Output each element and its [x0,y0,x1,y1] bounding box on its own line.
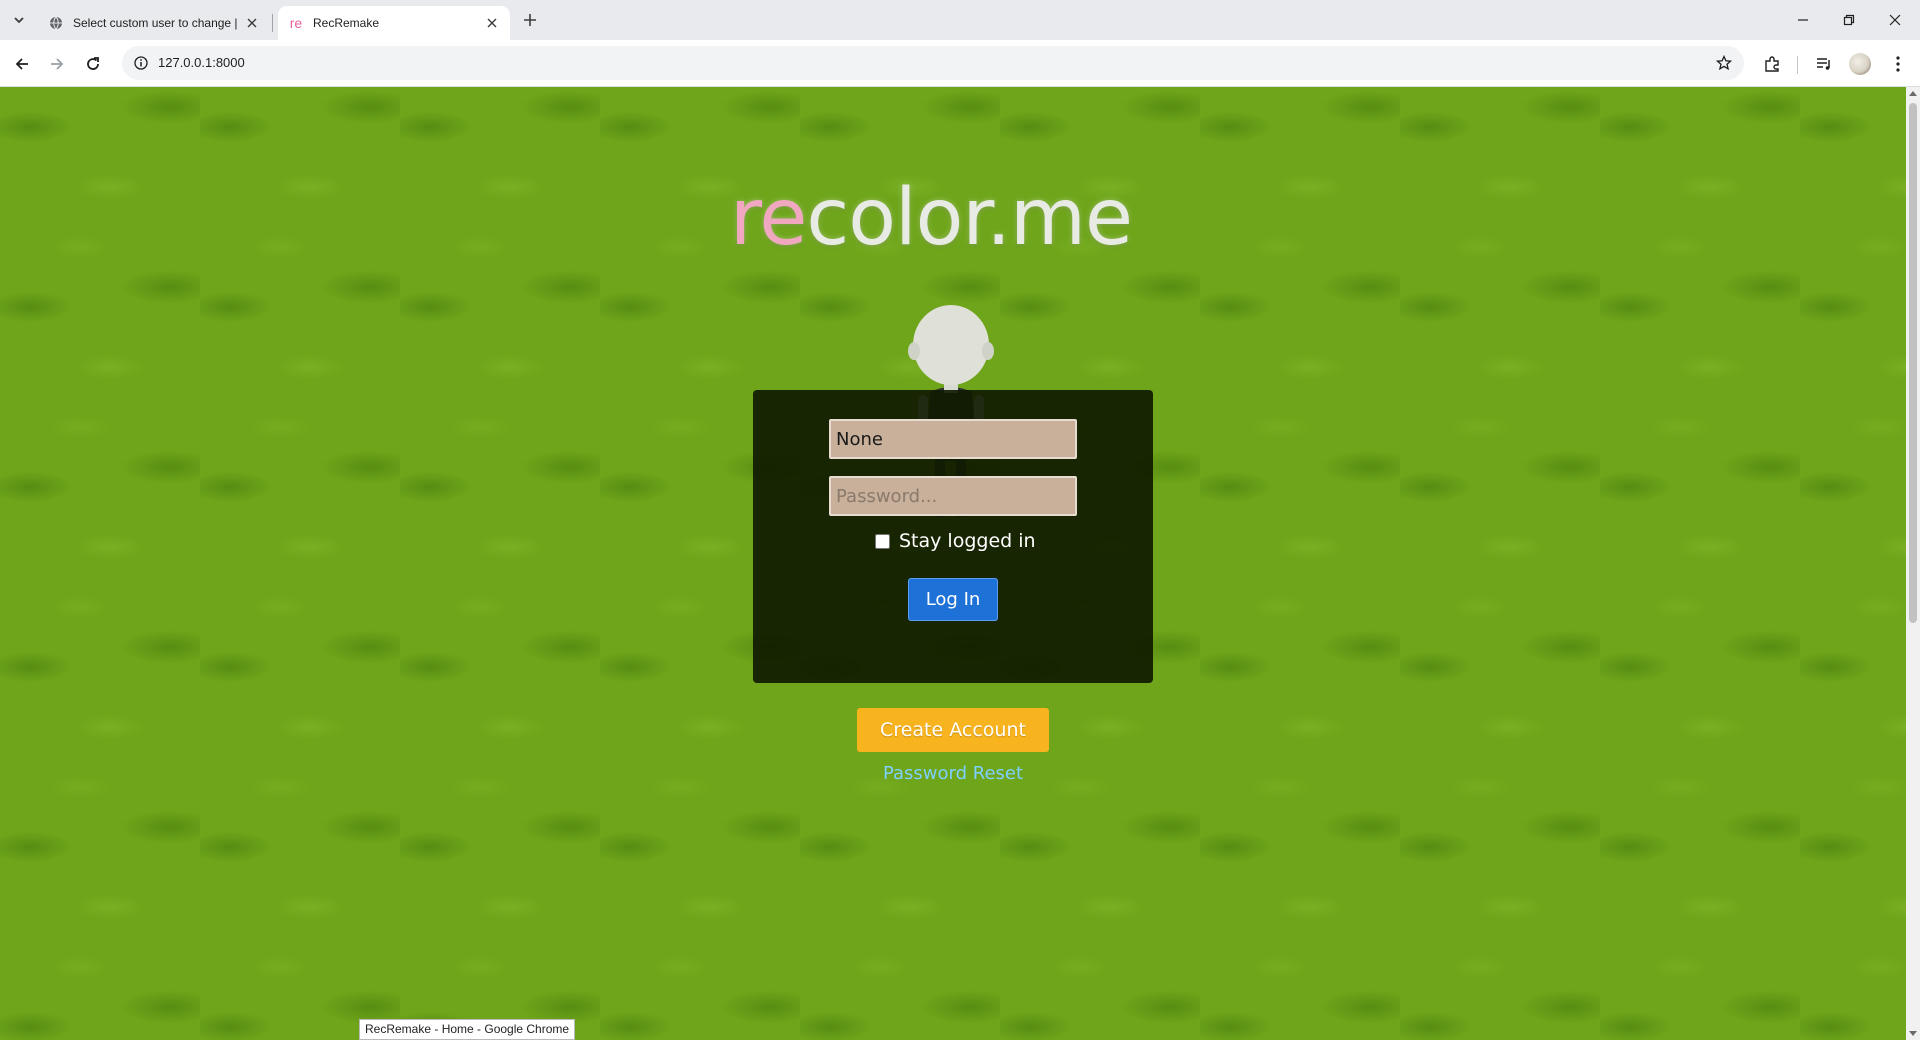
scrollbar-thumb[interactable] [1909,103,1917,623]
tab-strip: Select custom user to change | re RecRem… [0,0,1920,40]
logo-text: color.me [806,173,1133,263]
stay-logged-in-checkbox[interactable] [875,533,890,549]
plus-icon [524,14,536,26]
login-button[interactable]: Log In [908,578,998,621]
extensions-icon[interactable] [1760,52,1784,76]
page-viewport: recolor.me Stay logged in Log In Create … [0,87,1906,1040]
browser-toolbar: 127.0.0.1:8000 [0,40,1920,87]
chevron-down-icon [14,17,24,24]
minimize-icon [1798,19,1808,21]
stay-logged-in-label: Stay logged in [899,530,1036,552]
restore-button[interactable] [1826,0,1872,40]
profile-avatar[interactable] [1849,53,1871,75]
restore-icon [1843,14,1855,26]
tab-separator [272,14,273,32]
close-icon[interactable] [242,13,262,33]
new-tab-button[interactable] [518,8,542,32]
tab-title: Select custom user to change | [73,16,238,30]
scroll-down-icon[interactable] [1909,1031,1917,1036]
arrow-left-icon [15,58,28,70]
globe-icon [48,15,64,31]
bookmark-star-icon[interactable] [1714,53,1734,73]
reload-button[interactable] [79,50,107,78]
url-text: 127.0.0.1:8000 [158,55,245,70]
close-window-button[interactable] [1872,0,1918,40]
close-icon [1889,14,1901,26]
tab-select-custom-user[interactable]: Select custom user to change | [38,6,270,40]
scroll-up-icon[interactable] [1909,91,1917,96]
close-icon[interactable] [482,13,502,33]
tab-search-button[interactable] [8,9,30,31]
forward-button[interactable] [43,50,71,78]
password-reset-link: Password Reset [0,763,1906,784]
toolbar-separator [1797,56,1798,74]
site-favicon: re [289,15,303,31]
create-account-button[interactable]: Create Account [857,708,1049,752]
kebab-menu-icon[interactable] [1886,52,1910,76]
login-panel: Stay logged in Log In [753,390,1153,683]
reload-icon [87,57,99,70]
site-info-icon[interactable] [132,54,150,72]
logo-accent: re [730,173,807,263]
window-title-tooltip: RecRemake - Home - Google Chrome [359,1019,576,1040]
username-input[interactable] [829,419,1077,459]
back-button[interactable] [8,50,36,78]
password-input[interactable] [829,476,1077,516]
page-scrollbar[interactable] [1906,87,1920,1040]
password-reset-link-text[interactable]: Password Reset [883,763,1023,784]
site-logo: recolor.me [730,173,1133,263]
tab-recremake[interactable]: re RecRemake [278,6,510,40]
minimize-button[interactable] [1780,0,1826,40]
stay-logged-in-row[interactable]: Stay logged in [875,530,1036,552]
arrow-right-icon [51,58,64,70]
media-controls-icon[interactable] [1812,52,1836,76]
address-bar[interactable]: 127.0.0.1:8000 [122,46,1744,80]
tab-title: RecRemake [313,16,380,30]
